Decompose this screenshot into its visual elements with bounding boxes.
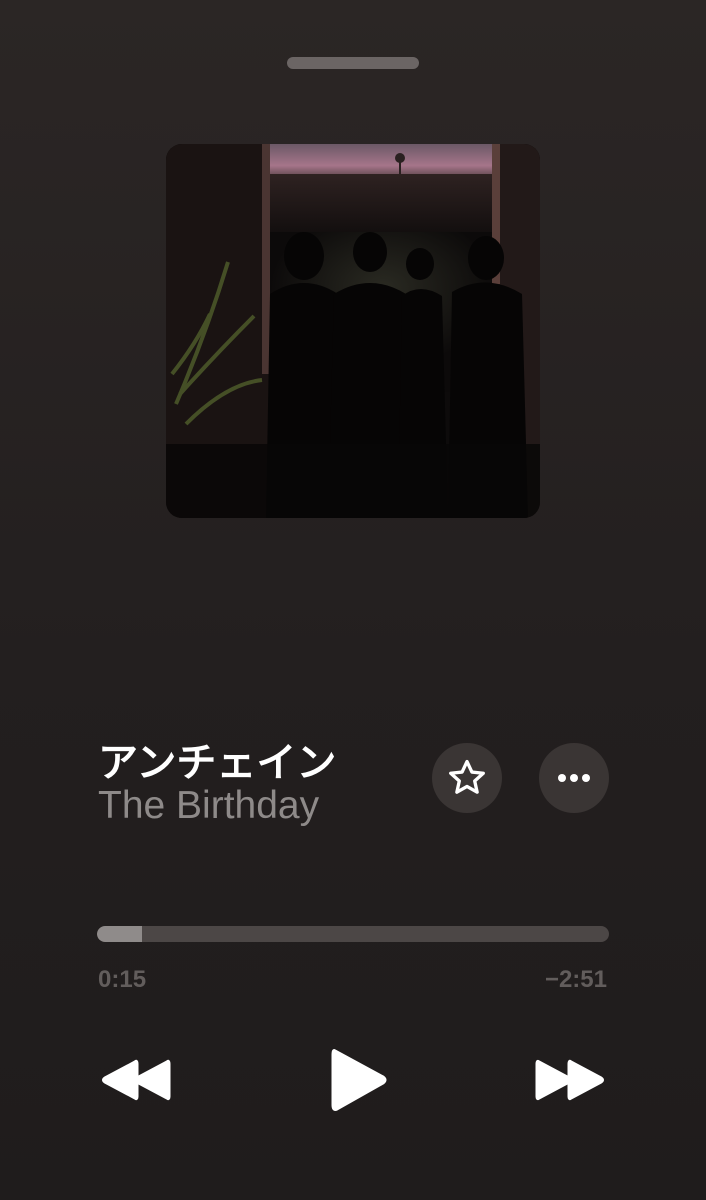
track-artist[interactable]: The Birthday bbox=[98, 784, 319, 828]
rewind-icon bbox=[102, 1059, 171, 1101]
remaining-time: −2:51 bbox=[544, 966, 607, 993]
next-track-button[interactable] bbox=[530, 1054, 610, 1106]
album-artwork bbox=[166, 144, 540, 518]
play-button[interactable] bbox=[322, 1044, 392, 1116]
star-outline-icon bbox=[449, 759, 485, 794]
favorite-button[interactable] bbox=[432, 743, 502, 813]
ellipsis-icon bbox=[558, 774, 590, 782]
previous-track-button[interactable] bbox=[96, 1054, 176, 1106]
fast-forward-icon bbox=[535, 1059, 604, 1101]
play-icon bbox=[331, 1049, 387, 1111]
track-title: アンチェイン bbox=[98, 741, 337, 785]
playback-progress-fill bbox=[97, 926, 143, 942]
sheet-grabber-handle[interactable] bbox=[287, 57, 419, 69]
more-options-button[interactable] bbox=[539, 743, 609, 813]
playback-scrubber[interactable] bbox=[97, 926, 609, 942]
elapsed-time: 0:15 bbox=[98, 966, 147, 993]
